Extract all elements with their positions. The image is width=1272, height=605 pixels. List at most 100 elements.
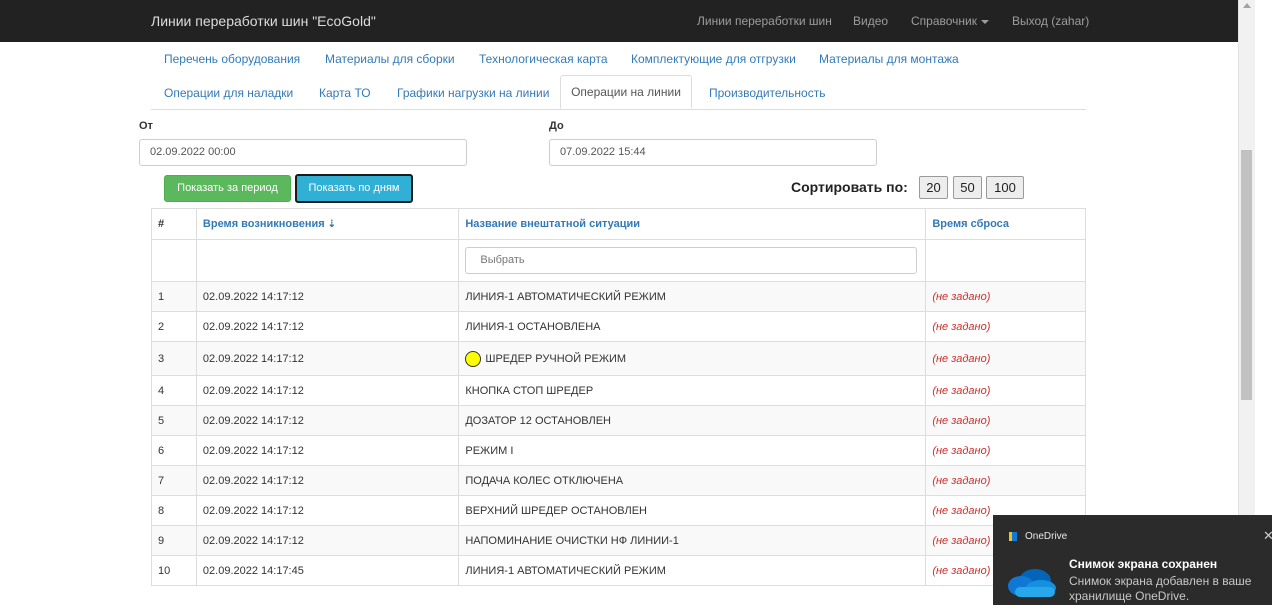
brand-title[interactable]: Линии переработки шин "EcoGold": [151, 13, 376, 29]
tab-equipment-list[interactable]: Перечень оборудования: [164, 52, 300, 66]
filter-cell: [151, 239, 197, 282]
nav-link-logout[interactable]: Выход (zahar): [1012, 14, 1089, 28]
row-occurrence-time: 02.09.2022 14:17:45: [195, 555, 460, 586]
row-occurrence-time: 02.09.2022 14:17:12: [195, 525, 460, 556]
row-situation-name: ЛИНИЯ-1 АВТОМАТИЧЕСКИЙ РЕЖИМ: [458, 555, 927, 586]
nav-dropdown-label: Справочник: [911, 14, 977, 28]
tab-assembly-materials[interactable]: Материалы для сборки: [325, 52, 455, 66]
tab-tech-map[interactable]: Технологическая карта: [479, 52, 608, 66]
status-indicator-icon: [465, 350, 482, 367]
row-situation-name: ВЕРХНИЙ ШРЕДЕР ОСТАНОВЛЕН: [458, 495, 927, 526]
row-reset-time: (не задано): [925, 341, 1086, 376]
to-label: До: [549, 120, 564, 132]
tab-productivity[interactable]: Производительность: [709, 86, 825, 100]
row-situation-name: КНОПКА СТОП ШРЕДЕР: [458, 375, 927, 406]
row-occurrence-time: 02.09.2022 14:17:12: [195, 281, 460, 312]
scroll-thumb[interactable]: [1241, 150, 1252, 400]
toast-app-name: OneDrive: [1025, 531, 1068, 542]
table-row[interactable]: 1 02.09.2022 14:17:12 ЛИНИЯ-1 АВТОМАТИЧЕСК…: [151, 281, 1086, 312]
table-row[interactable]: 4 02.09.2022 14:17:12 КНОПКА СТОП ШРЕДЕР (н…: [151, 375, 1086, 406]
table-row[interactable]: 10 02.09.2022 14:17:45 ЛИНИЯ-1 АВТОМАТИЧЕС…: [151, 555, 1086, 586]
row-reset-time: (не задано): [925, 405, 1086, 436]
sort-descending-icon: ⇣: [327, 219, 337, 230]
filter-cell: Выбрать: [458, 239, 927, 282]
tab-mounting-materials[interactable]: Материалы для монтажа: [819, 52, 959, 66]
header-situation-name[interactable]: Название внештатной ситуации: [458, 208, 927, 240]
table-row[interactable]: 6 02.09.2022 14:17:12 РЕЖИМ I (не задано): [151, 435, 1086, 466]
nav-dropdown-reference[interactable]: Справочник: [911, 14, 989, 28]
row-reset-time: (не задано): [925, 465, 1086, 496]
situation-filter-select[interactable]: Выбрать: [465, 247, 918, 274]
row-occurrence-time: 02.09.2022 14:17:12: [195, 375, 460, 406]
caret-down-icon: [981, 19, 989, 24]
tab-maintenance-map[interactable]: Карта ТО: [319, 86, 371, 100]
row-situation-name: РЕЖИМ I: [458, 435, 927, 466]
row-occurrence-time: 02.09.2022 14:17:12: [195, 405, 460, 436]
row-number: 1: [151, 281, 197, 312]
row-number: 9: [151, 525, 197, 556]
header-occurrence-time[interactable]: Время возникновения ⇣: [195, 208, 460, 240]
row-situation-name: ЛИНИЯ-1 АВТОМАТИЧЕСКИЙ РЕЖИМ: [458, 281, 927, 312]
close-icon[interactable]: ✕: [1263, 528, 1272, 544]
row-number: 7: [151, 465, 197, 496]
tabs-divider: [151, 109, 1086, 110]
page-size-50-button[interactable]: 50: [953, 176, 982, 199]
onedrive-cloud-icon: [1008, 569, 1056, 597]
toast-text: Снимок экрана добавлен в ваше хранилище …: [1069, 574, 1252, 603]
row-reset-time: (не задано): [925, 311, 1086, 342]
tab-shipping-components[interactable]: Комплектующие для отгрузки: [631, 52, 796, 66]
row-reset-time: (не задано): [925, 375, 1086, 406]
page-scrollbar[interactable]: [1238, 0, 1255, 599]
page-size-100-button[interactable]: 100: [986, 176, 1024, 199]
table-row[interactable]: 7 02.09.2022 14:17:12 ПОДАЧА КОЛЕС ОТКЛЮЧЕ…: [151, 465, 1086, 496]
row-number: 10: [151, 555, 197, 586]
row-situation-name: НАПОМИНАНИЕ ОЧИСТКИ НФ ЛИНИИ-1: [458, 525, 927, 556]
onedrive-app-icon: [1009, 532, 1017, 541]
tab-load-charts[interactable]: Графики нагрузки на линии: [397, 86, 549, 100]
row-reset-time: (не задано): [925, 435, 1086, 466]
row-occurrence-time: 02.09.2022 14:17:12: [195, 311, 460, 342]
row-occurrence-time: 02.09.2022 14:17:12: [195, 465, 460, 496]
row-reset-time: (не задано): [925, 281, 1086, 312]
row-number: 6: [151, 435, 197, 466]
row-situation-name: ПОДАЧА КОЛЕС ОТКЛЮЧЕНА: [458, 465, 927, 496]
onedrive-notification[interactable]: OneDrive ✕ Снимок экрана сохранен Снимок…: [993, 515, 1272, 605]
tab-setup-operations[interactable]: Операции для наладки: [164, 86, 293, 100]
row-situation-name: ЛИНИЯ-1 ОСТАНОВЛЕНА: [458, 311, 927, 342]
scroll-up-arrow-icon[interactable]: [1243, 3, 1251, 8]
to-date-input[interactable]: 07.09.2022 15:44: [549, 139, 877, 166]
row-number: 2: [151, 311, 197, 342]
nav-link-lines[interactable]: Линии переработки шин: [697, 14, 832, 28]
row-situation-name: ШРЕДЕР РУЧНОЙ РЕЖИМ: [458, 341, 927, 376]
filter-cell: [925, 239, 1086, 282]
table-row[interactable]: 2 02.09.2022 14:17:12 ЛИНИЯ-1 ОСТАНОВЛЕНА(…: [151, 311, 1086, 342]
sort-label: Сортировать по:: [791, 179, 908, 195]
filter-cell: [195, 239, 460, 282]
page-size-20-button[interactable]: 20: [919, 176, 948, 199]
table-row[interactable]: 9 02.09.2022 14:17:12 НАПОМИНАНИЕ ОЧИСТКИ …: [151, 525, 1086, 556]
events-table: # Время возникновения ⇣ Название внештатн…: [151, 208, 1086, 586]
header-occurrence-time-label: Время возникновения: [202, 218, 325, 230]
row-situation-name: ДОЗАТОР 12 ОСТАНОВЛЕН: [458, 405, 927, 436]
row-occurrence-time: 02.09.2022 14:17:12: [195, 435, 460, 466]
row-number: 5: [151, 405, 197, 436]
show-period-button[interactable]: Показать за период: [164, 175, 291, 202]
row-number: 3: [151, 341, 197, 376]
table-row[interactable]: 5 02.09.2022 14:17:12 ДОЗАТОР 12 ОСТАНОВЛЕ…: [151, 405, 1086, 436]
row-occurrence-time: 02.09.2022 14:17:12: [195, 495, 460, 526]
from-label: От: [139, 120, 153, 132]
nav-link-video[interactable]: Видео: [853, 14, 888, 28]
show-by-days-button[interactable]: Показать по дням: [295, 174, 413, 203]
toast-title: Снимок экрана сохранен: [1069, 557, 1218, 571]
tab-line-operations[interactable]: Операции на линии: [560, 75, 692, 109]
from-date-input[interactable]: 02.09.2022 00:00: [139, 139, 467, 166]
top-navbar: Линии переработки шин "EcoGold" Линии пе…: [0, 0, 1238, 42]
header-reset-time[interactable]: Время сброса: [925, 208, 1086, 240]
row-occurrence-time: 02.09.2022 14:17:12: [195, 341, 460, 376]
table-row[interactable]: 8 02.09.2022 14:17:12 ВЕРХНИЙ ШРЕДЕР ОСТАН…: [151, 495, 1086, 526]
row-number: 4: [151, 375, 197, 406]
table-row[interactable]: 3 02.09.2022 14:17:12 ШРЕДЕР РУЧНОЙ РЕЖИМ (…: [151, 341, 1086, 376]
row-number: 8: [151, 495, 197, 526]
header-number: #: [151, 208, 197, 240]
row-situation-text: ШРЕДЕР РУЧНОЙ РЕЖИМ: [485, 352, 627, 365]
